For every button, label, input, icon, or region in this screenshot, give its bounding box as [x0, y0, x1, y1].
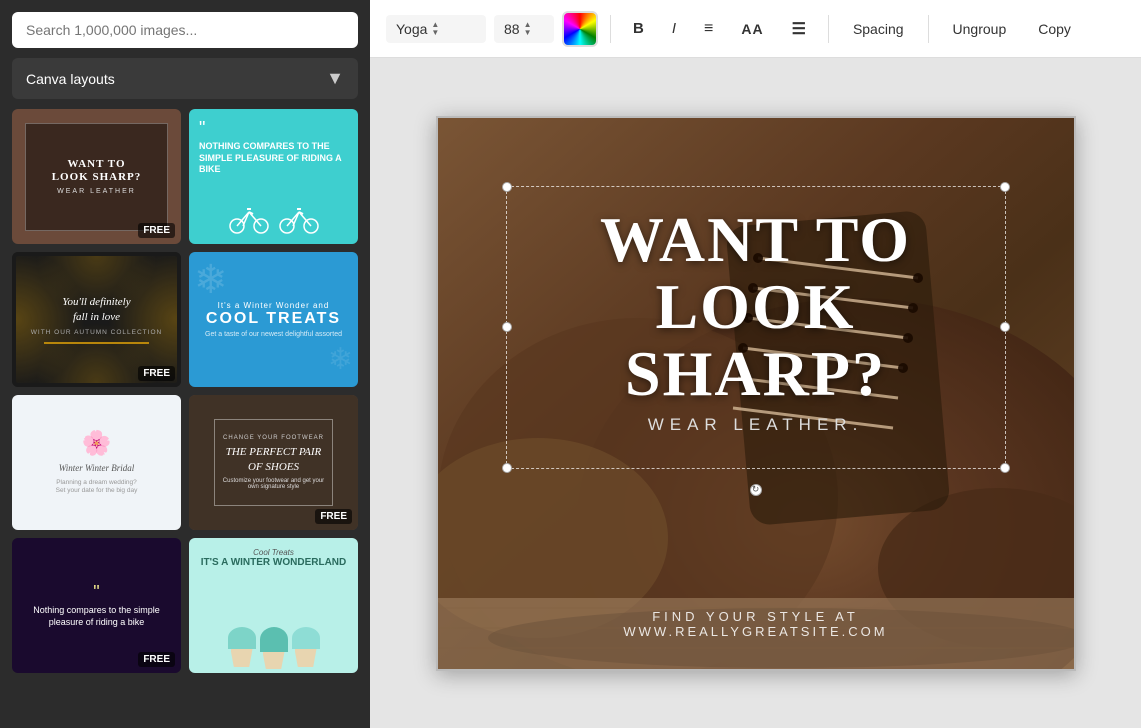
cupcake-title: IT'S A WINTER WONDERLAND: [201, 557, 347, 569]
fall-in-love-sub: WITH OUR AUTUMN COLLECTION: [31, 329, 162, 336]
fall-in-love-title: You'll definitelyfall in love: [62, 295, 130, 326]
bike-icon-2: [279, 204, 319, 234]
headline-line1: WANT TO: [600, 204, 911, 275]
headline-block: WANT TO LOOK SHARP? WEAR LEATHER.: [506, 186, 1006, 451]
copy-button[interactable]: Copy: [1026, 15, 1083, 43]
text-size-toggle-button[interactable]: AA: [731, 15, 773, 43]
wedding-title: Winter Winter Bridal: [59, 462, 135, 475]
cupcake-2: [260, 627, 288, 669]
card-6-sub: Customize your footwear and get your own…: [221, 478, 326, 490]
gold-bar: [44, 342, 148, 344]
quote-text: NOTHING COMPARES TO THE SIMPLE PLEASURE …: [199, 141, 348, 176]
design-canvas[interactable]: ↻ WANT TO LOOK SHARP? WEAR LEATHER. FIND…: [436, 116, 1076, 671]
bold-button[interactable]: B: [623, 14, 654, 43]
card-6-title: THE PERFECT PAIR OF SHOES: [221, 445, 326, 474]
italic-button[interactable]: I: [662, 14, 686, 43]
free-badge-6: FREE: [315, 509, 352, 524]
cupcake-1: [228, 627, 256, 669]
bike-icons: [199, 204, 348, 234]
snowflake-icon-2: ❄: [328, 342, 353, 377]
main-area: Yoga ▲ ▼ 88 ▲ ▼ B I ≡ AA ☰ Spacing Ungro…: [370, 0, 1141, 728]
align-button[interactable]: ≡: [694, 14, 723, 44]
sidebar: Canva layouts ▼ WANT TOLOOK SHARP? WEAR …: [0, 0, 370, 728]
bottom-text-block: FIND YOUR STYLE AT WWW.REALLYGREATSITE.C…: [438, 609, 1074, 639]
size-chevrons: ▲ ▼: [524, 21, 532, 37]
free-badge-3: FREE: [138, 366, 175, 381]
font-family-select[interactable]: Yoga ▲ ▼: [386, 15, 486, 43]
card-6-overline: CHANGE YOUR FOOTWEAR: [223, 435, 324, 441]
free-badge: FREE: [138, 223, 175, 238]
cupcake-overlay-text: Cool Treats IT'S A WINTER WONDERLAND: [201, 548, 347, 569]
layouts-label: Canva layouts: [26, 71, 115, 87]
cupcake-3: [292, 627, 320, 669]
font-size-value: 88: [504, 21, 520, 37]
template-card-nothing-compares-dark[interactable]: " Nothing compares to the simple pleasur…: [12, 538, 181, 673]
font-chevrons: ▲ ▼: [431, 21, 439, 37]
search-input[interactable]: [12, 12, 358, 48]
main-headline[interactable]: WANT TO LOOK SHARP?: [521, 206, 991, 408]
template-card-fall-in-love[interactable]: You'll definitelyfall in love WITH OUR A…: [12, 252, 181, 387]
canvas-subtitle: WEAR LEATHER.: [648, 415, 864, 435]
bottom-line-1: FIND YOUR STYLE AT: [438, 609, 1074, 624]
cool-treats-pretext: It's a Winter Wonder and: [218, 301, 330, 310]
font-size-select[interactable]: 88 ▲ ▼: [494, 15, 554, 43]
toolbar: Yoga ▲ ▼ 88 ▲ ▼ B I ≡ AA ☰ Spacing Ungro…: [370, 0, 1141, 58]
wedding-sub: Planning a dream wedding?Set your date f…: [56, 479, 138, 496]
cupcake-area: [189, 613, 358, 673]
list-button[interactable]: ☰: [782, 13, 816, 45]
card-1-title: WANT TOLOOK SHARP?: [52, 158, 142, 184]
quote-mark: ": [199, 119, 348, 137]
snowflake-icon-1: ❄: [194, 257, 228, 303]
headline-line2: LOOK SHARP?: [625, 271, 886, 409]
free-badge-7: FREE: [138, 652, 175, 667]
spacing-button[interactable]: Spacing: [841, 15, 916, 43]
template-card-cool-treats[interactable]: ❄ ❄ It's a Winter Wonder and COOL TREATS…: [189, 252, 358, 387]
cupcake-subtitle: Cool Treats: [201, 548, 347, 557]
template-card-wedding[interactable]: 🌸 Winter Winter Bridal Planning a dream …: [12, 395, 181, 530]
template-card-nothing-compares-teal[interactable]: " NOTHING COMPARES TO THE SIMPLE PLEASUR…: [189, 109, 358, 244]
cool-treats-title: COOL TREATS: [206, 310, 341, 328]
bottom-line-2: WWW.REALLYGREATSITE.COM: [438, 624, 1074, 639]
toolbar-divider-2: [828, 15, 829, 43]
quote-mark-dark: ": [93, 583, 99, 601]
template-card-cupcakes[interactable]: Cool Treats IT'S A WINTER WONDERLAND: [189, 538, 358, 673]
chevron-down-icon: ▼: [326, 68, 344, 89]
cool-treats-sub: Get a taste of our newest delightful ass…: [205, 331, 342, 338]
toolbar-divider-1: [610, 15, 611, 43]
card-6-content: CHANGE YOUR FOOTWEAR THE PERFECT PAIR OF…: [214, 419, 333, 505]
canvas-area: ↻ WANT TO LOOK SHARP? WEAR LEATHER. FIND…: [370, 58, 1141, 728]
card-1-sub: WEAR LEATHER: [57, 188, 136, 195]
template-card-want-to-look-sharp[interactable]: WANT TOLOOK SHARP? WEAR LEATHER FREE: [12, 109, 181, 244]
quote-text-dark: Nothing compares to the simple pleasure …: [22, 605, 171, 628]
ungroup-button[interactable]: Ungroup: [941, 15, 1019, 43]
templates-grid: WANT TOLOOK SHARP? WEAR LEATHER FREE " N…: [12, 109, 358, 673]
template-card-perfect-pair[interactable]: CHANGE YOUR FOOTWEAR THE PERFECT PAIR OF…: [189, 395, 358, 530]
font-name-label: Yoga: [396, 21, 427, 37]
layouts-dropdown[interactable]: Canva layouts ▼: [12, 58, 358, 99]
toolbar-divider-3: [928, 15, 929, 43]
bike-icon-1: [229, 204, 269, 234]
flower-icon: 🌸: [82, 429, 112, 458]
color-picker-button[interactable]: [562, 11, 598, 47]
